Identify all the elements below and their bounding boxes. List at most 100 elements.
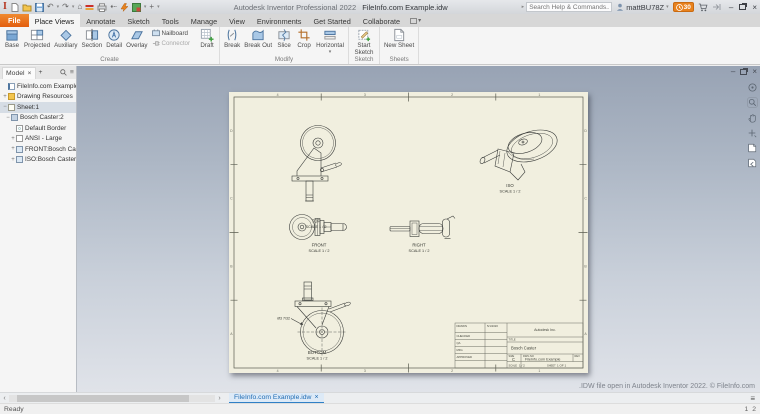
share-icon[interactable]: [712, 3, 721, 11]
new-sheet-button[interactable]: New Sheet: [382, 27, 416, 50]
browser-search-icon[interactable]: [60, 69, 67, 76]
tab-collaborate[interactable]: Collaborate: [357, 14, 406, 27]
scroll-right-icon[interactable]: ›: [215, 394, 224, 403]
redo-icon[interactable]: ↷: [62, 3, 69, 11]
view-iso[interactable]: [479, 124, 561, 181]
undo-icon[interactable]: ↶: [47, 3, 54, 11]
tree-item-drawing-resources[interactable]: + Drawing Resources: [0, 92, 76, 103]
page-number-2[interactable]: 2: [752, 406, 756, 413]
zoom-plus-icon[interactable]: [747, 128, 757, 138]
redo-dropdown-icon[interactable]: ▾: [72, 4, 75, 10]
search-input[interactable]: [526, 2, 613, 12]
scrollbar-thumb[interactable]: [17, 394, 189, 402]
doc-minimize-icon[interactable]: –: [731, 67, 735, 76]
draft-button[interactable]: Draft: [197, 27, 217, 50]
browser-close-icon[interactable]: ×: [28, 70, 32, 77]
overlay-button[interactable]: Overlay: [124, 27, 149, 50]
navigation-wheel-icon[interactable]: [747, 83, 757, 92]
page-number-1[interactable]: 1: [744, 406, 748, 413]
horizontal-button[interactable]: Horizontal ▾: [314, 27, 346, 55]
connector-button[interactable]: Connector: [152, 39, 190, 47]
nailboard-button[interactable]: Nailboard: [151, 29, 191, 37]
title-block[interactable]: DRAWN 5/1/2020 CHECKED QA MFG APPROVED A…: [454, 322, 584, 369]
view-right[interactable]: [389, 215, 456, 239]
tree-item-front-view[interactable]: + FRONT:Bosch Caster.ipt: [0, 144, 76, 155]
browser-menu-icon[interactable]: ≡: [70, 69, 74, 76]
tab-list-icon[interactable]: ≡: [745, 394, 760, 403]
doc-restore-icon[interactable]: [740, 68, 748, 75]
tree-item-iso-view[interactable]: + ISO:Bosch Caster.ipt: [0, 155, 76, 166]
horizontal-scrollbar[interactable]: ‹ ›: [0, 394, 224, 403]
minimize-icon[interactable]: –: [729, 3, 733, 12]
tab-file[interactable]: File: [0, 14, 29, 27]
open-file-icon[interactable]: [22, 3, 32, 12]
modify-panel-label[interactable]: Modify: [222, 56, 346, 64]
doc-close-icon[interactable]: ×: [752, 67, 757, 76]
break-button[interactable]: Break: [222, 27, 242, 50]
tab-sketch[interactable]: Sketch: [121, 14, 155, 27]
section-button[interactable]: Section: [80, 27, 105, 50]
tree-item-default-border[interactable]: Default Border: [0, 123, 76, 134]
detail-button[interactable]: Detail: [104, 27, 124, 50]
slice-button[interactable]: Slice: [274, 27, 294, 50]
tab-get-started[interactable]: Get Started: [307, 14, 356, 27]
view-top[interactable]: [291, 125, 342, 202]
tree-item-bosch-caster[interactable]: − Bosch Caster:2: [0, 113, 76, 124]
undo-dropdown-icon[interactable]: ▾: [57, 4, 60, 10]
document-tab[interactable]: FileInfo.com Example.idw ×: [229, 392, 324, 404]
tree-item-sheet1[interactable]: − Sheet:1: [0, 102, 76, 113]
start-sketch-button[interactable]: Start Sketch: [351, 27, 377, 56]
ribbon-display-options[interactable]: ▾: [406, 14, 425, 27]
tab-view[interactable]: View: [223, 14, 251, 27]
sheet-format-icon[interactable]: [85, 3, 94, 12]
return-icon[interactable]: ⇠: [110, 3, 117, 11]
drawing-sheet[interactable]: 4 3 2 1 4 3 2 1 D C B A D C B A TOP SCAL…: [229, 92, 588, 373]
cart-icon[interactable]: [698, 3, 708, 12]
browser-tab-model[interactable]: Model ×: [2, 66, 36, 79]
search-collapse-icon[interactable]: ▸: [522, 4, 525, 10]
tab-place-views[interactable]: Place Views: [28, 14, 81, 27]
auxiliary-button[interactable]: Auxiliary: [52, 27, 79, 50]
update-icon[interactable]: [120, 2, 129, 12]
close-icon[interactable]: ×: [752, 3, 757, 12]
user-dropdown-icon[interactable]: ▾: [666, 4, 669, 10]
svg-text:1: 1: [538, 93, 540, 97]
tree-item-document[interactable]: FileInfo.com Example.idw: [0, 81, 76, 92]
horizontal-dropdown-icon[interactable]: ▾: [329, 49, 332, 55]
document-tab-close-icon[interactable]: ×: [314, 394, 318, 401]
base-button[interactable]: Base: [2, 27, 22, 50]
appearance-dropdown-icon[interactable]: ▾: [144, 4, 147, 10]
inventor-logo-icon[interactable]: I: [3, 2, 7, 12]
create-panel-label[interactable]: Create: [2, 56, 217, 64]
tab-annotate[interactable]: Annotate: [80, 14, 121, 27]
zoom-icon[interactable]: [746, 97, 758, 108]
crop-button[interactable]: Crop: [294, 27, 314, 50]
user-account[interactable]: mattBU78Z ▾: [616, 3, 669, 12]
add-command-icon[interactable]: +: [149, 3, 154, 11]
break-out-button[interactable]: Break Out: [242, 27, 274, 50]
graphics-canvas[interactable]: 4 3 2 1 4 3 2 1 D C B A D C B A TOP SCAL…: [77, 66, 760, 392]
sketch-panel-label[interactable]: Sketch: [351, 56, 377, 64]
projected-button[interactable]: Projected: [22, 27, 52, 50]
save-icon[interactable]: [34, 2, 44, 12]
browser-add-icon[interactable]: +: [39, 69, 43, 76]
diameter-dimension[interactable]: Ø3 7/32: [277, 317, 290, 321]
new-file-icon[interactable]: [10, 2, 19, 12]
print-icon[interactable]: [97, 2, 107, 12]
sheets-panel-label[interactable]: Sheets: [382, 56, 416, 64]
tree-item-ansi-large[interactable]: + ANSI - Large: [0, 134, 76, 145]
previous-view-icon[interactable]: [747, 158, 757, 168]
model-browser: Model × + ≡ FileInfo.com Example.idw +: [0, 66, 77, 392]
look-at-icon[interactable]: [747, 143, 757, 153]
view-bottom[interactable]: [290, 281, 351, 357]
tab-environments[interactable]: Environments: [251, 14, 308, 27]
scrollbar-track[interactable]: [9, 394, 215, 402]
tab-tools[interactable]: Tools: [156, 14, 185, 27]
home-icon[interactable]: ⌂: [77, 3, 82, 11]
pan-icon[interactable]: [747, 113, 757, 123]
restore-icon[interactable]: [739, 4, 747, 10]
appearance-icon[interactable]: [131, 2, 141, 12]
tab-manage[interactable]: Manage: [185, 14, 223, 27]
scroll-left-icon[interactable]: ‹: [0, 394, 9, 403]
trial-days-badge[interactable]: 30: [672, 2, 694, 12]
